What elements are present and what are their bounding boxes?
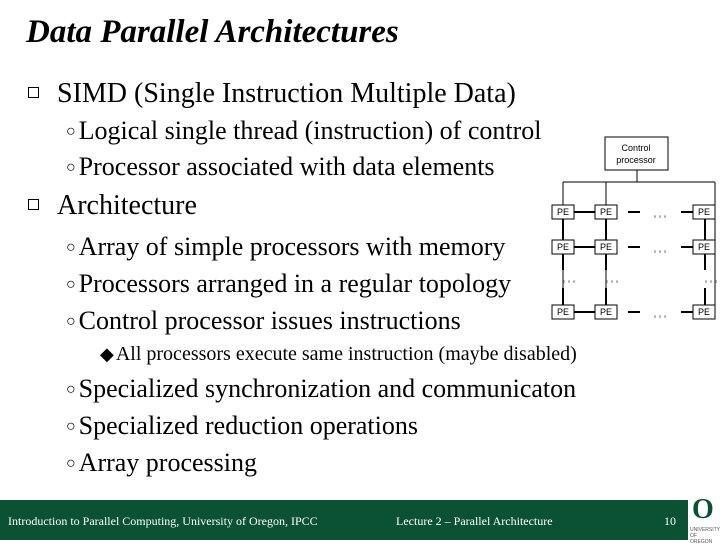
pe-label: PE xyxy=(557,207,569,217)
logo-o-icon: O xyxy=(692,494,714,525)
ellipsis-icon: ◦ ◦ ◦ xyxy=(654,212,667,221)
pe-label: PE xyxy=(698,242,710,252)
ellipsis-icon: ◦ ◦ ◦ xyxy=(563,277,576,286)
ellipsis-icon: ◦ ◦ ◦ xyxy=(606,277,619,286)
pe-label: PE xyxy=(557,242,569,252)
pe-label: PE xyxy=(600,242,612,252)
control-processor-label-2: processor xyxy=(616,155,656,165)
pe-label: PE xyxy=(600,207,612,217)
control-processor-label: Control xyxy=(621,143,650,153)
simd-diagram: Control processor PE PE PE ◦ ◦ ◦ PE PE PE ◦ ◦ ◦… xyxy=(551,136,718,321)
logo-text: UNIVERSITY OF OREGON xyxy=(690,527,720,545)
control-processor-box xyxy=(604,136,669,171)
pe-label: PE xyxy=(600,307,612,317)
ellipsis-icon: ◦ ◦ ◦ xyxy=(654,312,667,321)
ellipsis-icon: ◦ ◦ ◦ xyxy=(654,247,667,256)
page-number: 10 xyxy=(664,514,676,528)
pe-label: PE xyxy=(698,207,710,217)
pe-label: PE xyxy=(698,307,710,317)
footer-bar: Introduction to Parallel Computing, Univ… xyxy=(0,500,688,540)
ellipsis-icon: ◦ ◦ ◦ xyxy=(705,277,718,286)
university-logo: O UNIVERSITY OF OREGON xyxy=(688,494,720,545)
footer-lecture: Lecture 2 – Parallel Architecture xyxy=(396,514,553,528)
footer-course: Introduction to Parallel Computing, Univ… xyxy=(8,514,318,528)
pe-label: PE xyxy=(557,307,569,317)
